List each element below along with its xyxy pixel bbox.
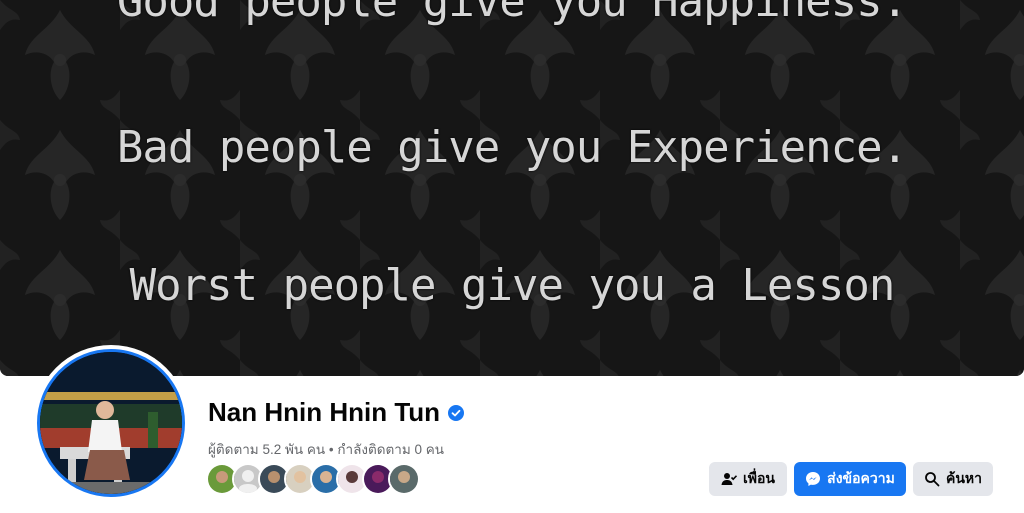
friends-button[interactable]: เพื่อน [709, 462, 787, 496]
mutual-friend-avatar[interactable] [388, 463, 420, 495]
message-button-label: ส่งข้อความ [827, 470, 895, 486]
cover-quote-line: Worst people give you a Lesson [129, 260, 896, 311]
cover-photo[interactable]: Good people give you Happiness. Bad peop… [0, 0, 1024, 376]
cover-quote-line: Bad people give you Experience. [116, 122, 908, 173]
search-icon [925, 472, 940, 487]
search-button[interactable]: ค้นหา [913, 462, 993, 496]
verified-badge-icon [448, 404, 465, 421]
profile-name: Nan Hnin Hnin Tun [208, 397, 441, 427]
damask-pattern [0, 0, 1024, 376]
avatar-photo [40, 352, 182, 494]
mutual-friends-avatars[interactable] [206, 463, 420, 495]
search-button-label: ค้นหา [945, 470, 983, 486]
profile-name-row: Nan Hnin Hnin Tun [208, 397, 465, 428]
friend-check-icon [721, 473, 737, 485]
profile-page: Good people give you Happiness. Bad peop… [0, 0, 1024, 513]
follower-stats[interactable]: ผู้ติดตาม 5.2 พัน คน • กำลังติดตาม 0 คน [208, 438, 444, 460]
friends-button-label: เพื่อน [743, 470, 775, 486]
cover-quote-line: Good people give you Happiness. [116, 0, 908, 27]
messenger-icon [806, 472, 821, 486]
profile-avatar[interactable] [37, 349, 185, 497]
profile-avatar-frame[interactable] [33, 345, 189, 501]
message-button[interactable]: ส่งข้อความ [794, 462, 906, 496]
